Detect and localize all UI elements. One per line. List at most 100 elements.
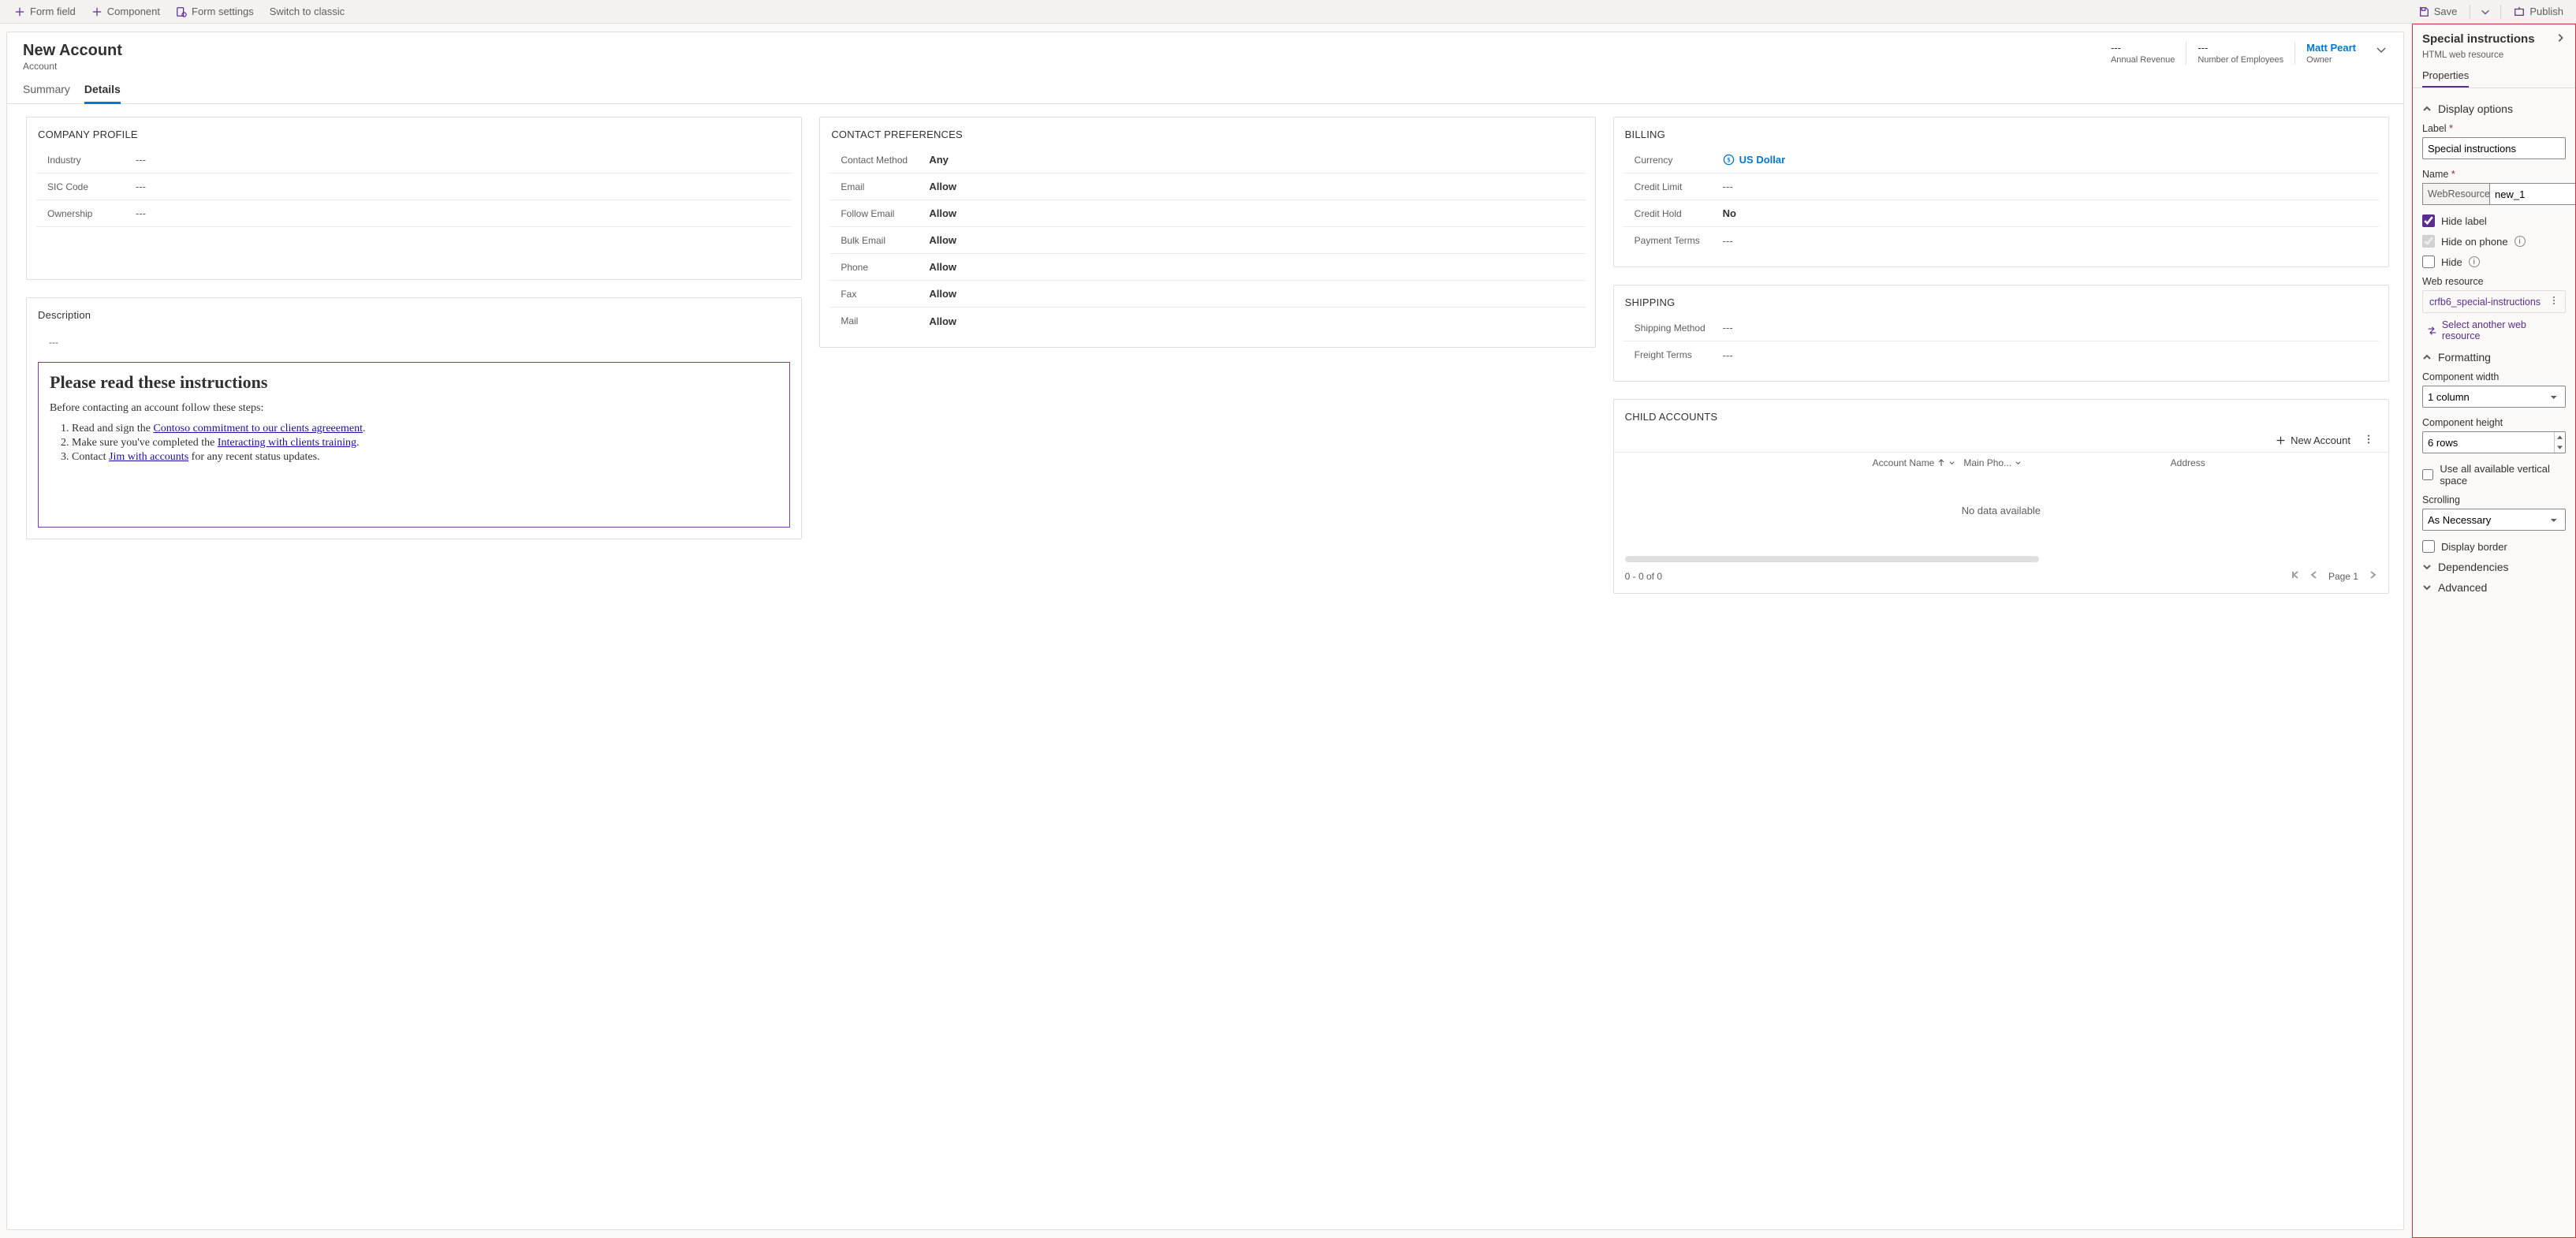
grid-header: Account Name Main Pho... Address [1614, 452, 2388, 473]
hide-checkbox[interactable]: Hide i [2422, 255, 2566, 268]
plus-icon [91, 6, 103, 17]
section-title: SHIPPING [1614, 285, 2388, 315]
svg-text:$: $ [1727, 155, 1730, 163]
pager-first-button[interactable] [2291, 570, 2300, 582]
field-value: --- [132, 154, 790, 166]
save-icon [2418, 6, 2429, 17]
section-child-accounts[interactable]: CHILD ACCOUNTS New Account [1613, 399, 2389, 594]
label-input[interactable] [2422, 137, 2566, 159]
webres-intro: Before contacting an account follow thes… [50, 402, 778, 415]
switch-to-classic-button[interactable]: Switch to classic [263, 3, 351, 20]
name-input[interactable] [2489, 183, 2575, 205]
section-description[interactable]: Description --- Please read these instru… [26, 297, 802, 539]
use-all-vertical-checkbox[interactable]: Use all available vertical space [2422, 463, 2566, 487]
form-body: COMPANY PROFILE Industry --- SIC Code --… [7, 104, 2403, 613]
new-account-button[interactable]: New Account [2276, 434, 2350, 446]
column-main-phone[interactable]: Main Pho... [1963, 457, 2170, 468]
form-column-2: CONTACT PREFERENCES Contact MethodAny Em… [819, 117, 1595, 594]
field-shipping-method[interactable]: Shipping Method--- [1624, 315, 2379, 341]
grid-horizontal-scrollbar[interactable] [1625, 556, 2039, 562]
publish-button[interactable]: Publish [2507, 3, 2570, 20]
web-resource-special-instructions[interactable]: Please read these instructions Before co… [38, 362, 790, 528]
pager-prev-button[interactable] [2309, 570, 2319, 582]
field-credit-limit[interactable]: Credit Limit--- [1624, 173, 2379, 200]
header-field-annual-revenue[interactable]: --- Annual Revenue [2100, 42, 2186, 65]
column-address[interactable]: Address [2171, 457, 2377, 468]
pager-page-label: Page 1 [2328, 571, 2358, 582]
field-freight-terms[interactable]: Freight Terms--- [1624, 341, 2379, 368]
info-icon[interactable]: i [2514, 236, 2526, 247]
grid-more-button[interactable] [2360, 434, 2377, 447]
section-title: BILLING [1614, 117, 2388, 147]
section-dependencies[interactable]: Dependencies [2422, 561, 2566, 573]
section-shipping[interactable]: SHIPPING Shipping Method--- Freight Term… [1613, 285, 2389, 382]
section-billing[interactable]: BILLING Currency $ US Dollar Credit Limi… [1613, 117, 2389, 267]
component-width-label: Component width [2422, 371, 2566, 382]
tab-details[interactable]: Details [84, 83, 121, 104]
collapse-pane-button[interactable] [2555, 32, 2566, 46]
header-field-owner[interactable]: Matt Peart Owner [2295, 42, 2367, 65]
grid-empty-message: No data available [1614, 473, 2388, 556]
webres-link-commitment[interactable]: Contoso commitment to our clients agreee… [153, 423, 363, 434]
scrolling-select[interactable]: As Necessary [2422, 509, 2566, 531]
form-tabs: Summary Details [7, 72, 2403, 104]
web-resource-link[interactable]: crfb6_special-instructions [2429, 296, 2541, 308]
header-field-employees[interactable]: --- Number of Employees [2186, 42, 2295, 65]
description-value: --- [38, 334, 790, 356]
form-settings-label: Form settings [192, 6, 254, 17]
save-options-button[interactable] [2477, 4, 2494, 20]
web-resource-lookup[interactable]: crfb6_special-instructions [2422, 290, 2566, 313]
field-phone[interactable]: PhoneAllow [829, 254, 1585, 281]
field-value: --- [132, 181, 790, 192]
section-company-profile[interactable]: COMPANY PROFILE Industry --- SIC Code --… [26, 117, 802, 280]
section-title: COMPANY PROFILE [27, 117, 801, 147]
webres-link-jim[interactable]: Jim with accounts [109, 451, 188, 463]
hide-label-checkbox[interactable]: Hide label [2422, 214, 2566, 227]
field-currency[interactable]: Currency $ US Dollar [1624, 147, 2379, 173]
webres-link-training[interactable]: Interacting with clients training [218, 437, 356, 449]
header-label: Annual Revenue [2111, 55, 2175, 65]
web-resource-more-icon[interactable] [2549, 296, 2559, 308]
pager-next-button[interactable] [2368, 570, 2377, 582]
hide-on-phone-checkbox[interactable]: Hide on phone i [2422, 235, 2566, 248]
header-expand-button[interactable] [2375, 43, 2388, 58]
field-sic-code[interactable]: SIC Code --- [36, 173, 792, 200]
field-ownership[interactable]: Ownership --- [36, 200, 792, 227]
add-form-field-button[interactable]: Form field [8, 3, 82, 20]
component-height-input[interactable] [2422, 431, 2566, 453]
add-component-button[interactable]: Component [85, 3, 166, 20]
publish-label: Publish [2529, 6, 2563, 17]
name-prefix: WebResource_ [2422, 183, 2489, 205]
field-industry[interactable]: Industry --- [36, 147, 792, 173]
field-mail[interactable]: MailAllow [829, 308, 1585, 334]
field-payment-terms[interactable]: Payment Terms--- [1624, 227, 2379, 254]
form-settings-icon [176, 6, 187, 17]
section-advanced[interactable]: Advanced [2422, 581, 2566, 594]
save-button[interactable]: Save [2412, 3, 2464, 20]
field-follow-email[interactable]: Follow EmailAllow [829, 200, 1585, 227]
spinner-down[interactable] [2555, 442, 2565, 453]
select-another-web-resource-link[interactable]: Select another web resource [2422, 319, 2566, 341]
field-label: Ownership [38, 208, 132, 219]
field-contact-method[interactable]: Contact MethodAny [829, 147, 1585, 173]
tab-summary[interactable]: Summary [23, 83, 70, 103]
tab-properties[interactable]: Properties [2422, 69, 2469, 88]
form-settings-button[interactable]: Form settings [170, 3, 260, 20]
section-display-options[interactable]: Display options [2422, 103, 2566, 115]
section-formatting[interactable]: Formatting [2422, 351, 2566, 364]
column-account-name[interactable]: Account Name [1625, 457, 1964, 468]
field-bulk-email[interactable]: Bulk EmailAllow [829, 227, 1585, 254]
component-width-select[interactable]: 1 column [2422, 386, 2566, 408]
field-credit-hold[interactable]: Credit HoldNo [1624, 200, 2379, 227]
properties-subtitle: HTML web resource [2413, 50, 2575, 66]
section-contact-preferences[interactable]: CONTACT PREFERENCES Contact MethodAny Em… [819, 117, 1595, 348]
page-subtitle: Account [23, 61, 122, 72]
separator [2500, 5, 2501, 19]
field-email[interactable]: EmailAllow [829, 173, 1585, 200]
field-fax[interactable]: FaxAllow [829, 281, 1585, 308]
display-border-checkbox[interactable]: Display border [2422, 540, 2566, 553]
spinner-up[interactable] [2555, 432, 2565, 442]
info-icon[interactable]: i [2469, 256, 2480, 267]
form-header: New Account Account --- Annual Revenue -… [7, 32, 2403, 72]
properties-tabbar: Properties [2413, 66, 2575, 88]
